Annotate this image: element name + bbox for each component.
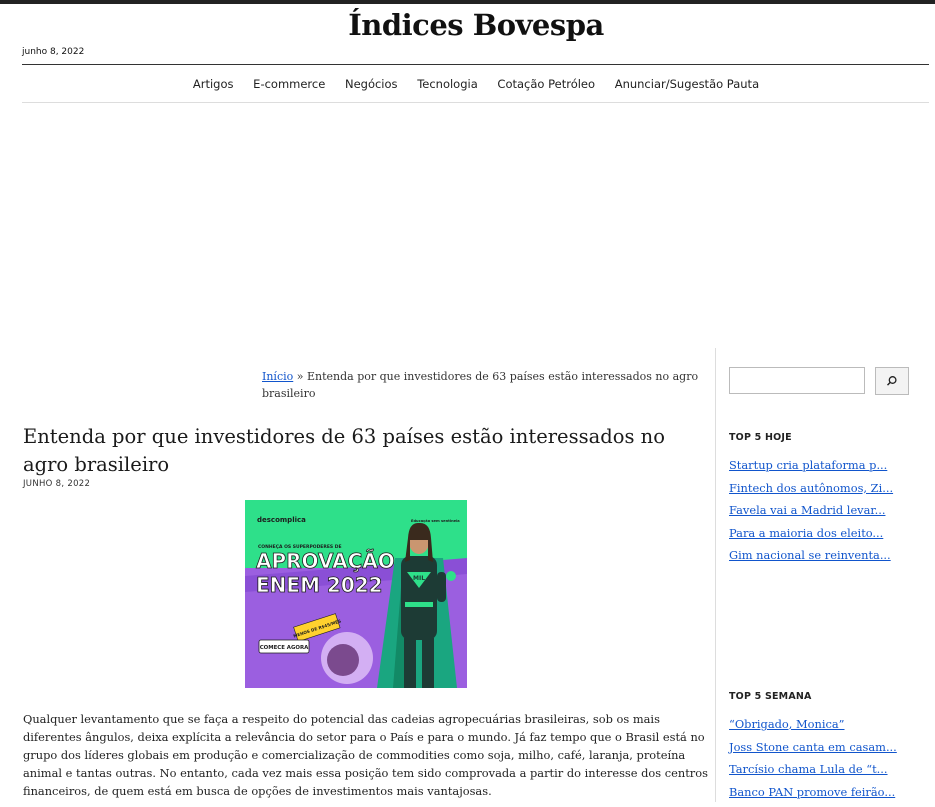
ad-banner-art: descomplica Educação sem sentinela CONHE… [245,500,467,688]
top-week-list: “Obrigado, Monica” Joss Stone canta em c… [729,717,897,807]
top-week-item[interactable]: Joss Stone canta em casam... [729,740,897,763]
post-date: JUNHO 8, 2022 [23,479,90,489]
post-body: Qualquer levantamento que se faça a resp… [23,710,711,800]
ad-cta-label: COMECE AGORA [260,645,309,651]
breadcrumb: Início » Entenda por que investidores de… [262,368,702,402]
breadcrumb-current: Entenda por que investidores de 63 paíse… [262,370,698,400]
ad-brand: descomplica [257,516,306,524]
top-week-item[interactable]: “Obrigado, Monica” [729,717,897,740]
ad-banner[interactable]: descomplica Educação sem sentinela CONHE… [245,500,467,688]
nav-item-ecommerce[interactable]: E-commerce [253,77,325,91]
nav-item-artigos[interactable]: Artigos [193,77,234,91]
breadcrumb-separator: » [293,370,307,383]
breadcrumb-home-link[interactable]: Início [262,370,293,383]
nav-divider [22,102,929,103]
top-week-item[interactable]: Banco PAN promove feirão... [729,785,897,807]
ad-chest-logo: MIL [413,575,425,582]
top-today-item[interactable]: Gim nacional se reinventa... [729,548,893,571]
ad-tagline: Educação sem sentinela [411,519,460,523]
top-today-title: TOP 5 HOJE [729,432,792,443]
top-today-item[interactable]: Fintech dos autônomos, Zi... [729,481,893,504]
top-week-title: TOP 5 SEMANA [729,691,812,702]
search-icon [886,375,898,387]
top-today-list: Startup cria plataforma p... Fintech dos… [729,458,893,571]
search-button[interactable] [875,367,909,395]
header-divider [22,64,929,65]
nav-item-cotacao-petroleo[interactable]: Cotação Petróleo [497,77,595,91]
ad-headline-1: APROVAÇÃO [256,549,395,573]
site-title[interactable]: Índices Bovespa [0,8,935,42]
main-nav: Artigos E-commerce Negócios Tecnologia C… [0,77,935,91]
search-input[interactable] [729,367,865,394]
top-today-item[interactable]: Favela vai a Madrid levar... [729,503,893,526]
top-today-item[interactable]: Startup cria plataforma p... [729,458,893,481]
top-week-item[interactable]: Tarcísio chama Lula de “t... [729,762,897,785]
post-title: Entenda por que investidores de 63 paíse… [23,423,713,479]
nav-item-negocios[interactable]: Negócios [345,77,398,91]
ad-headline-2: ENEM 2022 [256,573,383,597]
nav-item-tecnologia[interactable]: Tecnologia [417,77,478,91]
nav-item-anunciar[interactable]: Anunciar/Sugestão Pauta [615,77,759,91]
sidebar-divider [715,348,716,802]
top-today-item[interactable]: Para a maioria dos eleito... [729,526,893,549]
header-date: junho 8, 2022 [22,47,84,57]
top-bar [0,0,935,4]
